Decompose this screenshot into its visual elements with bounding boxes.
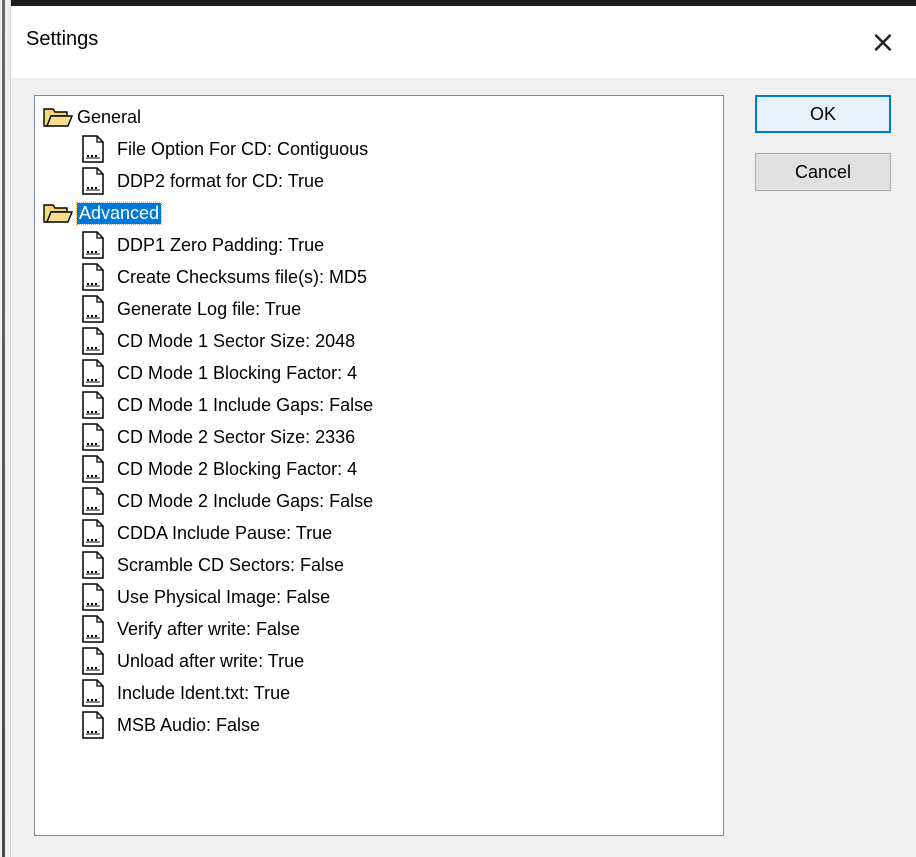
- tree-leaf-item[interactable]: CD Mode 1 Blocking Factor: 4: [81, 358, 357, 388]
- close-icon: ×: [870, 24, 896, 60]
- tree-leaf-label: CD Mode 2 Blocking Factor: 4: [117, 458, 358, 479]
- tree-leaf-label: CDDA Include Pause: True: [117, 522, 333, 543]
- document-icon: [82, 231, 104, 259]
- tree-leaf-label: DDP1 Zero Padding: True: [117, 234, 325, 255]
- tree-leaf-label: Unload after write: True: [117, 650, 305, 671]
- tree-leaf-item[interactable]: CD Mode 1 Include Gaps: False: [81, 390, 373, 420]
- document-icon: [82, 327, 104, 355]
- tree-leaf-item[interactable]: MSB Audio: False: [81, 710, 260, 740]
- document-icon: [82, 711, 104, 739]
- tree-leaf-item[interactable]: DDP1 Zero Padding: True: [81, 230, 324, 260]
- tree-leaf-item[interactable]: CD Mode 2 Sector Size: 2336: [81, 422, 355, 452]
- tree-leaf-item[interactable]: Unload after write: True: [81, 646, 304, 676]
- tree-node-advanced-label: Advanced: [75, 201, 163, 225]
- tree-leaf-label: CD Mode 1 Blocking Factor: 4: [117, 362, 358, 383]
- tree-leaf-item[interactable]: DDP2 format for CD: True: [81, 166, 324, 196]
- tree-leaf-item[interactable]: Include Ident.txt: True: [81, 678, 290, 708]
- tree-leaf-label: CD Mode 1 Sector Size: 2048: [117, 330, 356, 351]
- tree-leaf-item[interactable]: Use Physical Image: False: [81, 582, 330, 612]
- tree-leaf-item[interactable]: Create Checksums file(s): MD5: [81, 262, 367, 292]
- document-icon: [82, 519, 104, 547]
- document-icon: [82, 263, 104, 291]
- close-button[interactable]: ×: [850, 6, 916, 78]
- document-icon: [82, 551, 104, 579]
- settings-tree-view[interactable]: General File Option For CD: Contiguous DD…: [34, 95, 724, 836]
- settings-dialog: Settings × General File Option For CD: C…: [0, 0, 916, 857]
- dialog-client-area: General File Option For CD: Contiguous DD…: [11, 78, 916, 857]
- cancel-button[interactable]: Cancel: [755, 153, 891, 191]
- document-icon: [82, 679, 104, 707]
- tree-node-advanced[interactable]: Advanced: [43, 198, 163, 228]
- document-icon: [82, 487, 104, 515]
- ok-button[interactable]: OK: [755, 95, 891, 133]
- document-icon: [82, 359, 104, 387]
- document-icon: [82, 455, 104, 483]
- tree-node-general[interactable]: General: [43, 102, 141, 132]
- window-left-edge: [0, 0, 11, 857]
- tree-leaf-label: CD Mode 2 Include Gaps: False: [117, 490, 374, 511]
- document-icon: [82, 615, 104, 643]
- tree-leaf-label: CD Mode 1 Include Gaps: False: [117, 394, 374, 415]
- tree-leaf-item[interactable]: Verify after write: False: [81, 614, 300, 644]
- tree-leaf-item[interactable]: CDDA Include Pause: True: [81, 518, 332, 548]
- title-bar[interactable]: Settings ×: [11, 6, 916, 78]
- tree-leaf-item[interactable]: Generate Log file: True: [81, 294, 301, 324]
- folder-open-icon: [43, 108, 73, 127]
- tree-leaf-label: Include Ident.txt: True: [117, 682, 291, 703]
- tree-leaf-item[interactable]: CD Mode 2 Blocking Factor: 4: [81, 454, 357, 484]
- document-icon: [82, 583, 104, 611]
- tree-leaf-item[interactable]: CD Mode 2 Include Gaps: False: [81, 486, 373, 516]
- tree-leaf-label: CD Mode 2 Sector Size: 2336: [117, 426, 356, 447]
- tree-leaf-label: Use Physical Image: False: [117, 586, 331, 607]
- tree-leaf-item[interactable]: CD Mode 1 Sector Size: 2048: [81, 326, 355, 356]
- tree-leaf-label: Create Checksums file(s): MD5: [117, 266, 368, 287]
- tree-leaf-label: File Option For CD: Contiguous: [117, 138, 369, 159]
- tree-leaf-label: Generate Log file: True: [117, 298, 302, 319]
- document-icon: [82, 167, 104, 195]
- tree-node-general-label: General: [77, 106, 142, 127]
- document-icon: [82, 647, 104, 675]
- document-icon: [82, 295, 104, 323]
- document-icon: [82, 135, 104, 163]
- tree-leaf-item[interactable]: File Option For CD: Contiguous: [81, 134, 368, 164]
- document-icon: [82, 391, 104, 419]
- folder-open-icon: [43, 204, 73, 223]
- tree-leaf-item[interactable]: Scramble CD Sectors: False: [81, 550, 344, 580]
- dialog-title: Settings: [26, 28, 99, 50]
- tree-leaf-label: Scramble CD Sectors: False: [117, 554, 345, 575]
- tree-leaf-label: MSB Audio: False: [117, 714, 261, 735]
- tree-leaf-label: Verify after write: False: [117, 618, 301, 639]
- document-icon: [82, 423, 104, 451]
- tree-leaf-label: DDP2 format for CD: True: [117, 170, 325, 191]
